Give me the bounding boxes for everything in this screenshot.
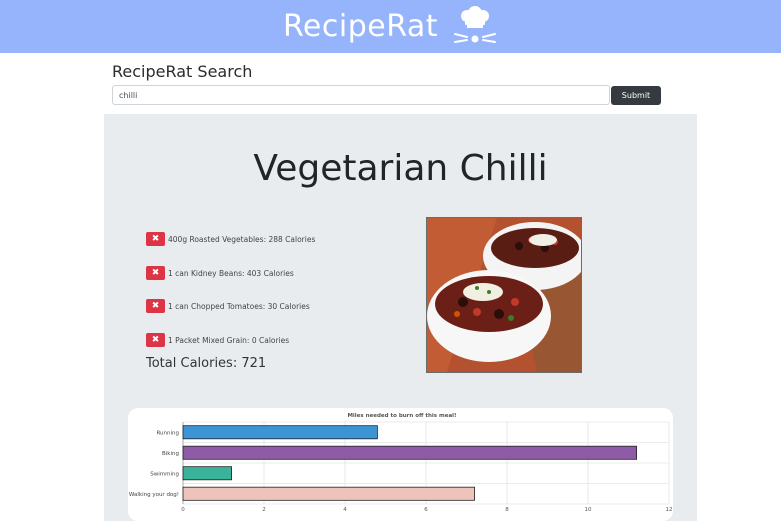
x-tick-label: 4 bbox=[343, 507, 347, 513]
ingredient-item: ✖ 1 Packet Mixed Grain: 0 Calories bbox=[146, 333, 289, 347]
recipe-image bbox=[426, 217, 582, 373]
submit-button[interactable]: Submit bbox=[611, 86, 661, 105]
bar-biking[interactable] bbox=[182, 445, 638, 460]
brand-title: RecipeRat bbox=[282, 9, 439, 44]
remove-ingredient-button[interactable]: ✖ bbox=[146, 266, 165, 280]
brand[interactable]: RecipeRat bbox=[282, 5, 498, 48]
remove-ingredient-button[interactable]: ✖ bbox=[146, 333, 165, 347]
x-tick-label: 8 bbox=[505, 507, 509, 513]
x-tick-label: 0 bbox=[181, 507, 185, 513]
bar-chart: Miles needed to burn off this meal! 0 2 4 6… bbox=[129, 413, 673, 513]
x-tick-label: 2 bbox=[262, 507, 266, 513]
ingredient-item: ✖ 400g Roasted Vegetables: 288 Calories bbox=[146, 232, 315, 246]
category-label: Walking your dog! bbox=[129, 492, 179, 498]
recipe-title: Vegetarian Chilli bbox=[253, 148, 548, 189]
ingredient-item: ✖ 1 can Chopped Tomatoes: 30 Calories bbox=[146, 299, 310, 313]
search-heading: RecipeRat Search bbox=[112, 62, 253, 81]
bar-swimming[interactable] bbox=[182, 466, 232, 481]
category-label: Biking bbox=[162, 451, 179, 457]
ingredient-label: 1 Packet Mixed Grain: 0 Calories bbox=[168, 335, 290, 345]
total-calories: Total Calories: 721 bbox=[146, 356, 267, 371]
bar-walking-your-dog[interactable] bbox=[182, 486, 476, 501]
chart-title: Miles needed to burn off this meal! bbox=[347, 413, 456, 419]
search-input[interactable] bbox=[112, 85, 610, 105]
ingredient-label: 400g Roasted Vegetables: 288 Calories bbox=[168, 234, 316, 244]
calorie-burn-chart: Miles needed to burn off this meal! 0 2 4 6… bbox=[128, 408, 673, 521]
ingredient-label: 1 can Kidney Beans: 403 Calories bbox=[168, 268, 294, 278]
ingredient-label: 1 can Chopped Tomatoes: 30 Calories bbox=[168, 301, 310, 311]
remove-ingredient-button[interactable]: ✖ bbox=[146, 299, 165, 313]
category-label: Running bbox=[156, 430, 179, 436]
x-tick-label: 6 bbox=[424, 507, 428, 513]
chef-hat-mouse-icon bbox=[454, 5, 497, 43]
remove-ingredient-button[interactable]: ✖ bbox=[146, 232, 165, 246]
bar-running[interactable] bbox=[182, 425, 378, 440]
x-tick-label: 12 bbox=[666, 507, 673, 513]
x-tick-label: 10 bbox=[585, 507, 592, 513]
top-header: RecipeRat bbox=[0, 0, 781, 53]
category-label: Swimming bbox=[150, 471, 179, 477]
ingredient-item: ✖ 1 can Kidney Beans: 403 Calories bbox=[146, 266, 294, 280]
recipe-panel: Vegetarian Chilli ✖ 400g Roasted Vegetab… bbox=[104, 114, 697, 521]
